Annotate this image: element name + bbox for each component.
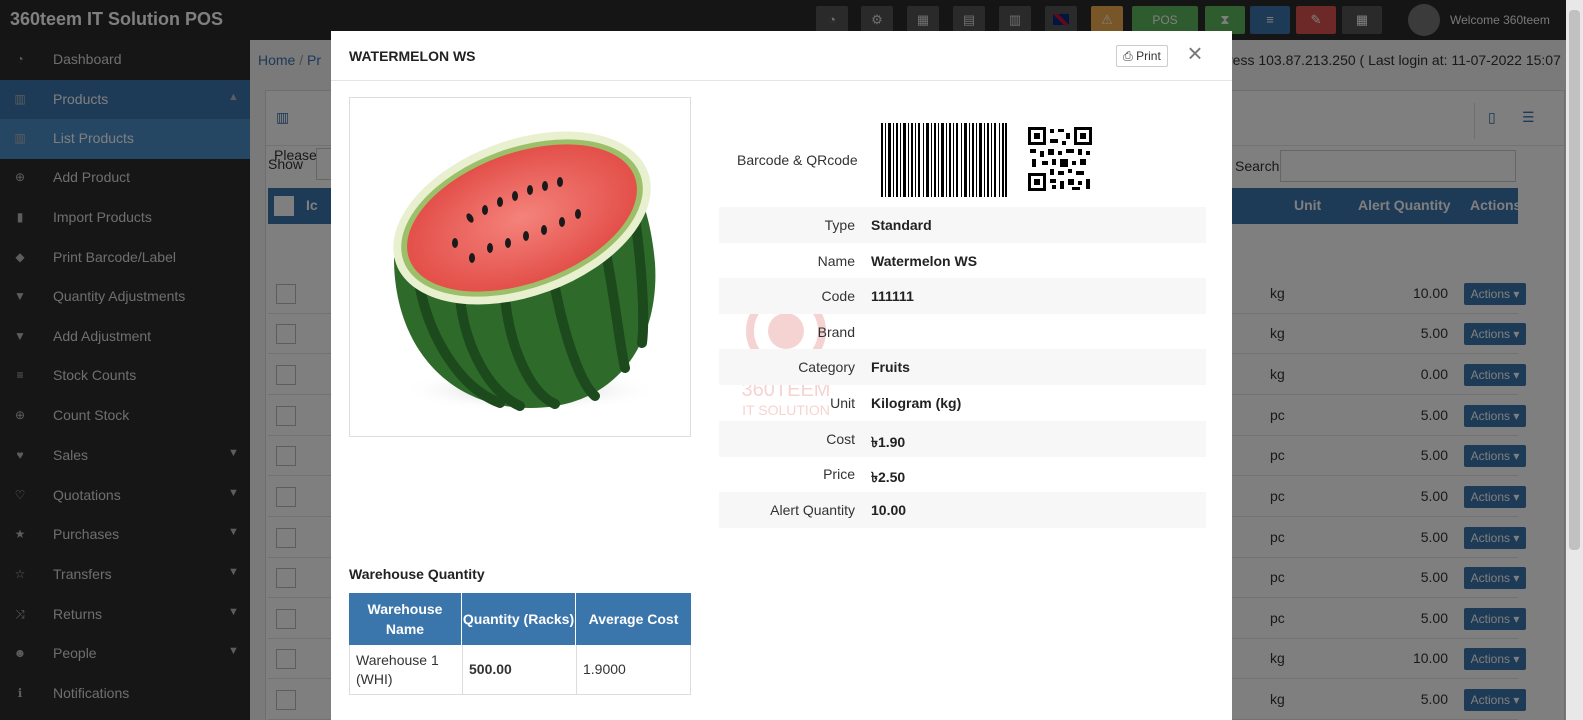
detail-row-code: Code 111111 <box>719 278 1206 314</box>
detail-row-brand: Brand <box>719 314 1206 350</box>
print-icon: ⎙ <box>1123 49 1133 63</box>
detail-label: Category <box>798 359 855 375</box>
warehouse-table-header: Warehouse Name Quantity (Racks) Average … <box>349 593 691 645</box>
detail-value: Fruits <box>871 359 910 375</box>
detail-label: Code <box>821 288 855 304</box>
detail-label: Type <box>824 217 855 233</box>
detail-row-type: Type Standard <box>719 207 1206 243</box>
product-details-modal: WATERMELON WS ⎙ Print × 360TEEM IT SOLUT… <box>331 31 1232 720</box>
detail-row-unit: Unit Kilogram (kg) <box>719 385 1206 421</box>
warehouse-quantity-cell: 500.00 <box>463 645 577 695</box>
barcode-label: Barcode & QRcode <box>737 152 858 168</box>
watermelon-image <box>393 131 660 412</box>
detail-label: Name <box>817 253 855 269</box>
detail-label: Unit <box>830 395 855 411</box>
print-label: Print <box>1136 49 1161 63</box>
detail-row-alert-quantity: Alert Quantity 10.00 <box>719 492 1206 528</box>
detail-label: Alert Quantity <box>770 502 855 518</box>
detail-label: Brand <box>817 324 855 340</box>
divider <box>331 80 1232 81</box>
qrcode-image[interactable] <box>1028 127 1092 191</box>
detail-row-price: Price ৳2.50 <box>719 456 1206 492</box>
scrollbar-thumb[interactable] <box>1569 10 1580 550</box>
column-header-average-cost: Average Cost <box>588 611 679 627</box>
product-image[interactable] <box>349 97 691 437</box>
warehouse-table: Warehouse Name Quantity (Racks) Average … <box>349 593 691 695</box>
close-button[interactable]: × <box>1183 38 1207 68</box>
detail-row-category: Category Fruits <box>719 349 1206 385</box>
detail-label: Cost <box>826 431 855 447</box>
table-row: Warehouse 1 (WHI) 500.00 1.9000 <box>349 645 691 695</box>
warehouse-name-cell: Warehouse 1 (WHI) <box>350 645 463 695</box>
barcode-image[interactable] <box>881 123 1007 197</box>
detail-row-cost: Cost ৳1.90 <box>719 421 1206 457</box>
warehouse-quantity-title: Warehouse Quantity <box>349 566 485 582</box>
column-header-warehouse-name: Warehouse Name <box>349 593 462 645</box>
close-icon: × <box>1187 38 1203 68</box>
detail-value: 10.00 <box>871 502 907 518</box>
detail-value: ৳1.90 <box>871 434 906 450</box>
detail-value: Standard <box>871 217 932 233</box>
detail-value: Watermelon WS <box>871 253 978 269</box>
modal-title: WATERMELON WS <box>349 48 476 64</box>
column-header-quantity: Quantity (Racks) <box>462 593 576 645</box>
detail-label: Price <box>823 466 855 482</box>
warehouse-average-cost-cell: 1.9000 <box>583 661 626 677</box>
detail-row-name: Name Watermelon WS <box>719 243 1206 279</box>
detail-value: 111111 <box>871 288 914 304</box>
detail-value: Kilogram (kg) <box>871 395 962 411</box>
print-button[interactable]: ⎙ Print <box>1116 45 1168 67</box>
detail-value: ৳2.50 <box>871 469 906 485</box>
